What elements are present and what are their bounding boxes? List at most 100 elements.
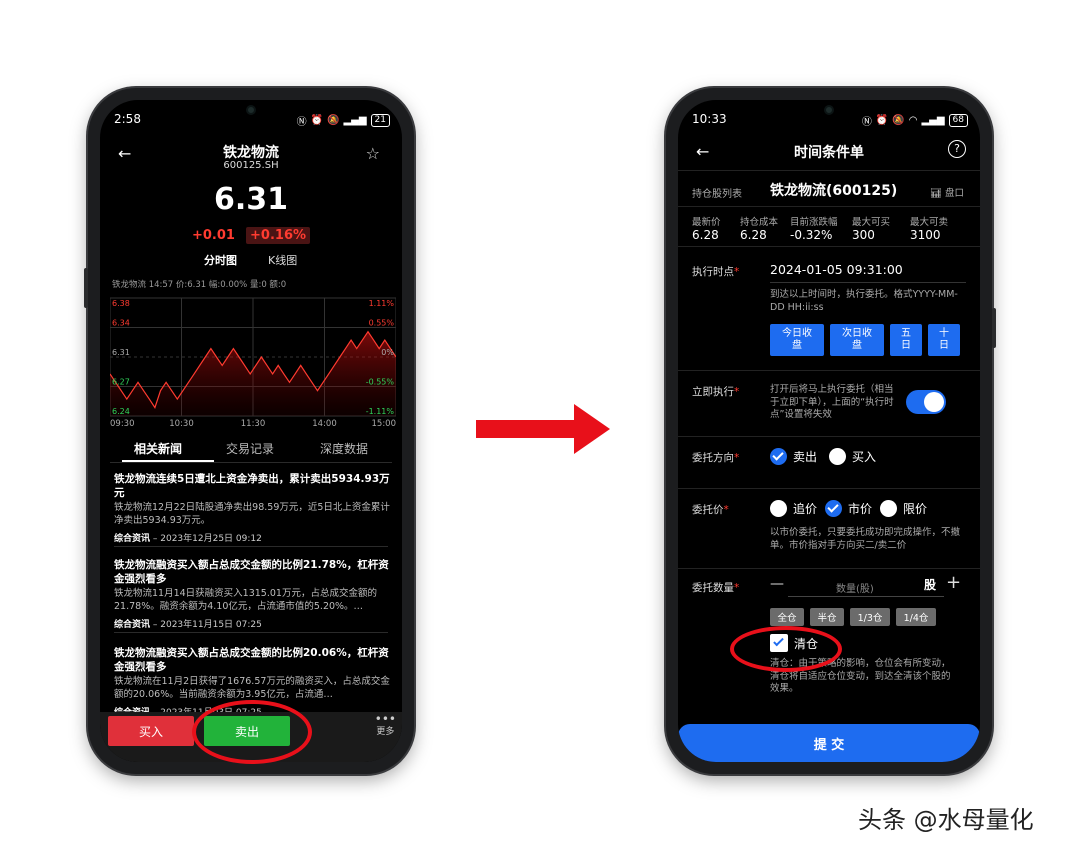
nfc-icon: Ⓝ [861,117,872,128]
price-chase-radio[interactable]: 追价 [770,500,817,517]
stat-value: 6.28 [692,228,719,242]
price-change-pct: +0.16% [246,227,311,244]
radio-checked-icon [825,500,843,517]
buy-button[interactable]: 买入 [108,716,194,746]
y-tick-label: 6.38 [112,299,130,308]
annotation-circle-sell [192,700,312,764]
submit-button[interactable]: 提 交 [678,724,980,762]
left-screen: 2:58 Ⓝ ⏰ 🔕 ▂▄▆ 21 ← 铁龙物流 600125.SH ☆ 6.3… [100,100,402,762]
radio-unchecked-icon [770,500,787,517]
news-source: 综合资讯 [114,534,151,544]
tab-related-news[interactable]: 相关新闻 [134,440,182,457]
half-position-button[interactable]: 半仓 [810,608,844,626]
today-close-button[interactable]: 今日收盘 [770,324,824,356]
quantity-label: 委托数量* [692,582,740,594]
exec-time-hint: 到达以上时间时，执行委托。格式YYYY-MM-DD HH:ii:ss [770,289,958,313]
tab-intraday[interactable]: 分时图 [204,252,237,268]
news-date: – 2023年11月15日 07:25 [152,620,262,630]
wifi-icon: ◠ [908,115,918,126]
immediate-label: 立即执行* [692,386,740,398]
radio-unchecked-icon [829,448,847,465]
quantity-input[interactable]: 数量(股) [836,580,874,595]
quantity-plus-button[interactable]: + [946,572,961,593]
stat-value: 300 [852,228,875,242]
stock-title: 铁龙物流 [223,145,279,161]
stock-name: 铁龙物流(600125) [770,183,898,199]
battery-icon: 68 [948,114,968,127]
stat-label: 持仓成本 [740,217,779,228]
price-change: +0.01 [191,228,235,243]
stat-item: 目前涨跌幅 -0.32% [790,214,852,242]
quantity-minus-button[interactable]: — [770,576,784,592]
x-tick-label: 11:30 [241,419,266,428]
news-title: 铁龙物流连续5日遭北上资金净卖出，累计卖出5934.93万元 [114,473,390,499]
full-position-button[interactable]: 全仓 [770,608,804,626]
stat-label: 最新价 [692,217,721,228]
chart-info: 铁龙物流 14:57 价:6.31 幅:0.00% 量:0 额:0 [112,280,287,290]
news-item[interactable]: 铁龙物流融资买入额占总成交金额的比例21.78%，杠杆资金强烈看多 铁龙物流11… [114,558,390,630]
news-body: 铁龙物流在11月2日获得了1676.57万元的融资买入，占总成交金额的20.06… [114,676,390,700]
y-tick-label: -1.11% [366,407,395,416]
y-tick-label: 6.34 [112,319,130,328]
immediate-hint: 打开后将马上执行委托（相当于立即下单），上面的“执行时点”设置将失效 [770,384,894,420]
stat-label: 最大可买 [852,217,891,228]
stat-item: 持仓成本 6.28 [740,214,790,242]
price-market-radio[interactable]: 市价 [825,500,872,517]
news-source: 综合资讯 [114,620,151,630]
stat-value: 6.28 [740,228,767,242]
stock-price: 6.31 [213,182,289,217]
y-tick-label: 6.31 [112,348,130,357]
more-icon: ••• [374,712,396,726]
stat-item: 最新价 6.28 [692,214,740,242]
stat-item: 最大可卖 3100 [910,214,968,242]
watermark: 头条 @水母量化 [858,806,1034,834]
stock-code: 600125.SH [223,160,279,171]
tab-trade-records[interactable]: 交易记录 [226,440,274,457]
y-tick-label: 0% [381,348,394,357]
news-body: 铁龙物流12月22日陆股通净卖出98.59万元，近5日北上资金累计净卖出5934… [114,502,390,526]
mute-icon: 🔕 [892,115,905,126]
status-time: 2:58 [114,112,141,126]
third-position-button[interactable]: 1/3仓 [850,608,890,626]
panel-button[interactable]: 📊︎ 盘口 [930,185,964,199]
five-day-button[interactable]: 五日 [890,324,922,356]
arrow-right-icon [476,404,610,454]
quarter-position-button[interactable]: 1/4仓 [896,608,936,626]
intraday-chart: 6.38 6.34 6.31 6.27 6.24 1.11% 0.55% 0% -0.55% -1… [110,290,396,428]
direction-label: 委托方向* [692,452,740,464]
camera [246,105,256,115]
news-item[interactable]: 铁龙物流连续5日遭北上资金净卖出，累计卖出5934.93万元 铁龙物流12月22… [114,472,390,544]
more-label: 更多 [376,727,395,737]
y-tick-label: 6.24 [112,407,130,416]
status-icons: Ⓝ ⏰ 🔕 ▂▄▆ 21 [297,113,390,128]
nfc-icon: Ⓝ [296,117,307,128]
holdings-list-link[interactable]: 持仓股列表 [692,185,742,200]
news-title: 铁龙物流融资买入额占总成交金额的比例21.78%，杠杆资金强烈看多 [114,559,389,585]
y-tick-label: 6.27 [112,378,130,387]
status-time: 10:33 [692,112,727,126]
x-tick-label: 09:30 [110,419,135,428]
price-change-row: +0.01 +0.16% [100,224,402,244]
stats-row: 最新价 6.28 持仓成本 6.28 目前涨跌幅 -0.32% 最大可买 300 最大可… [692,214,970,242]
camera [824,105,834,115]
price-limit-radio[interactable]: 限价 [880,500,927,517]
more-button[interactable]: ••• 更多 [374,712,396,737]
x-tick-label: 10:30 [169,419,194,428]
help-icon[interactable]: ? [948,140,966,158]
star-icon[interactable]: ☆ [366,144,380,163]
news-date: – 2023年12月25日 09:12 [152,534,262,544]
toggle-knob [924,392,944,412]
next-day-close-button[interactable]: 次日收盘 [830,324,884,356]
exec-time-input[interactable]: 2024-01-05 09:31:00 [770,262,903,277]
alarm-icon: ⏰ [310,115,324,126]
direction-sell-radio[interactable]: 卖出 [770,448,817,465]
annotation-circle-clear [730,626,842,672]
direction-buy-radio[interactable]: 买入 [829,448,876,465]
tab-depth-data[interactable]: 深度数据 [320,440,368,457]
x-tick-label: 14:00 [312,419,337,428]
bar-chart-icon: 📊︎ [929,188,942,199]
tab-kline[interactable]: K线图 [268,252,297,268]
radio-checked-icon [770,448,787,465]
ten-day-button[interactable]: 十日 [928,324,960,356]
immediate-toggle[interactable] [906,390,946,414]
